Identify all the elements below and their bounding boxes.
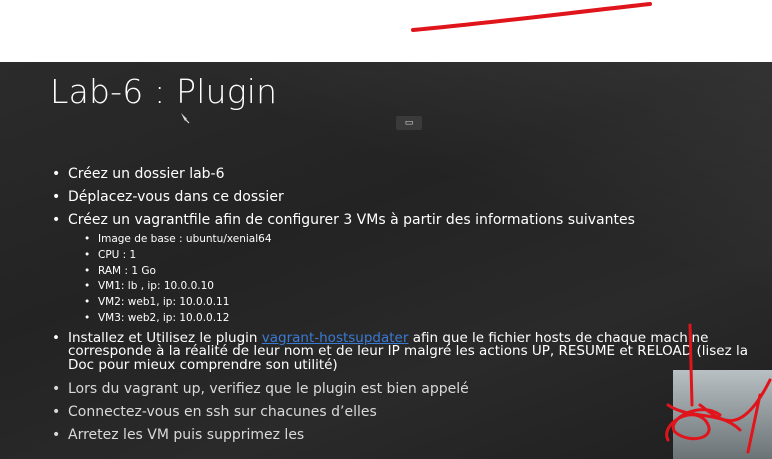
bullet-item: Créez un vagrantfile afin de configurer … [52,211,772,327]
slide-toolbar-icon[interactable]: ▭ [396,116,422,130]
bullet-item: Lors du vagrant up, verifiez que le plug… [52,380,772,398]
bullet-item-plugin: Installez et Utilisez le plugin vagrant-… [52,331,772,373]
presentation-slide: ▭ Lab-6 : Plugin Créez un dossier lab-6 … [0,62,772,459]
pen-cursor-icon [181,113,190,124]
sub-bullet-list: Image de base : ubuntu/xenial64 CPU : 1 … [68,232,772,327]
plugin-text-line3: Doc pour mieux comprendre son utilité) [68,356,338,373]
webcam-overlay [673,370,772,459]
bullet-item: Créez un dossier lab-6 [52,165,772,183]
slide-title: Lab-6 : Plugin [50,72,278,111]
sub-bullet-item: Image de base : ubuntu/xenial64 [84,232,772,248]
sub-bullet-item: VM2: web1, ip: 10.0.0.11 [84,295,772,311]
bullet-text: Créez un vagrantfile afin de configurer … [68,212,635,228]
bullet-list: Créez un dossier lab-6 Déplacez-vous dan… [52,165,772,449]
sub-bullet-item: VM1: lb , ip: 10.0.0.10 [84,279,772,295]
sub-bullet-item: CPU : 1 [84,248,772,264]
sub-bullet-item: RAM : 1 Go [84,264,772,280]
bullet-item: Déplacez-vous dans ce dossier [52,188,772,206]
bullet-item: Arretez les VM puis supprimez les [52,426,772,444]
sub-bullet-item: VM3: web2, ip: 10.0.0.12 [84,311,772,327]
top-whitespace [0,0,772,62]
bullet-item: Connectez-vous en ssh sur chacunes d’ell… [52,403,772,421]
